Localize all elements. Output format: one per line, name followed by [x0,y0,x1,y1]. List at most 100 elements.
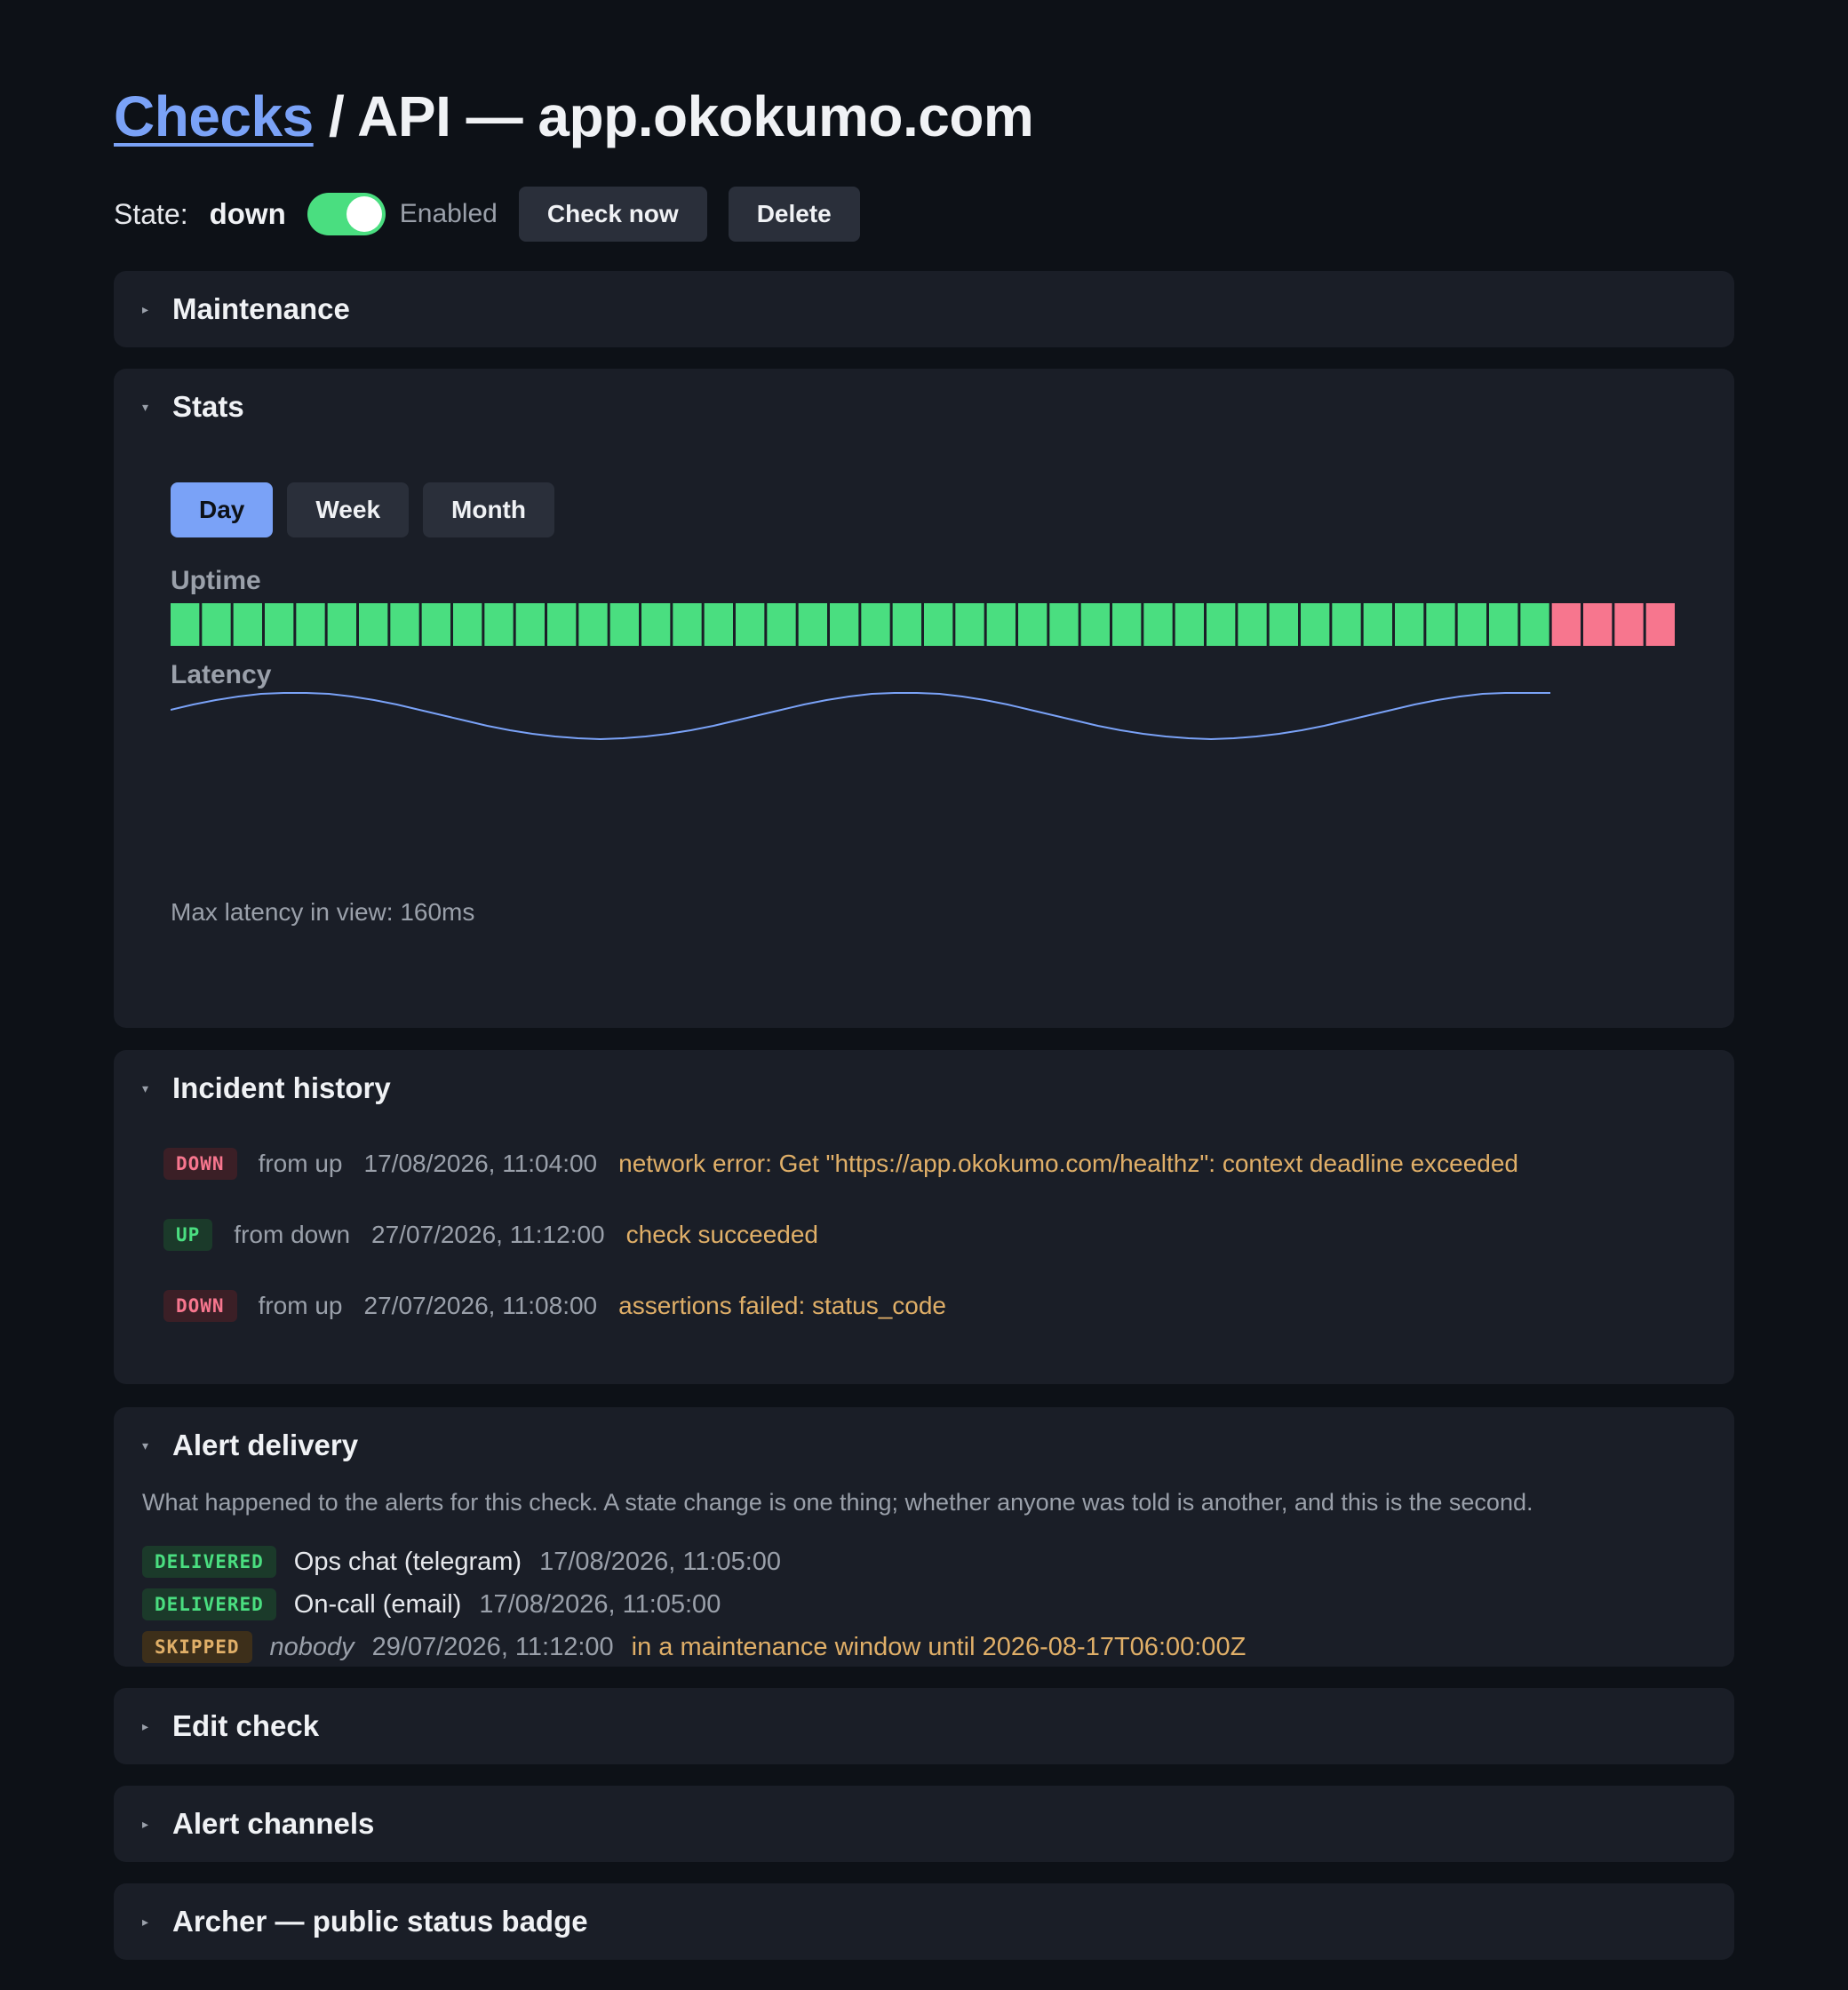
uptime-cell-up [1143,603,1173,646]
stats-title: Stats [172,390,244,423]
alert-time: 29/07/2026, 11:12:00 [371,1632,614,1661]
alert-channel: nobody [269,1632,354,1661]
range-tab-day[interactable]: Day [171,482,274,537]
caret-down-icon: ▾ [142,1080,149,1095]
latency-chart [171,692,1550,741]
edit-check-toggle[interactable]: ▸ Edit check [142,1688,319,1764]
status-badge-skipped: SKIPPED [142,1631,252,1663]
range-tab-month[interactable]: Month [423,482,554,537]
uptime-cell-down [1583,603,1613,646]
alert-row: DELIVERED Ops chat (telegram) 17/08/2026… [142,1544,781,1580]
delete-button[interactable]: Delete [728,187,860,242]
uptime-cell-up [924,603,953,646]
caret-right-icon: ▸ [142,301,149,316]
uptime-cell-up [798,603,827,646]
alert-channel: Ops chat (telegram) [293,1547,522,1576]
state-row: State: down Enabled Check now Delete [114,187,860,242]
maintenance-panel: ▸ Maintenance [114,271,1734,347]
uptime-cell-up [955,603,984,646]
uptime-cell-up [359,603,388,646]
breadcrumb-separator: / [313,84,358,148]
latency-label: Latency [171,660,272,689]
alert-delivery-toggle[interactable]: ▾ Alert delivery [142,1407,358,1484]
uptime-cell-up [1269,603,1298,646]
alert-channel: On-call (email) [293,1589,462,1619]
caret-right-icon: ▸ [142,1718,149,1733]
state-label: State: [114,197,188,230]
alert-time: 17/08/2026, 11:05:00 [479,1589,721,1619]
uptime-cell-up [704,603,733,646]
uptime-cell-up [1080,603,1110,646]
status-badge-title: Archer — public status badge [172,1905,588,1938]
uptime-cell-up [547,603,577,646]
uptime-cell-up [1175,603,1204,646]
state-badge-down: DOWN [163,1148,237,1180]
range-tab-week[interactable]: Week [287,482,410,537]
state-value: down [209,197,286,230]
uptime-cell-up [767,603,796,646]
uptime-cell-up [1049,603,1079,646]
breadcrumb-checks-link[interactable]: Checks [114,84,314,148]
incident-history-title: Incident history [172,1071,391,1104]
uptime-cell-up [265,603,294,646]
uptime-cell-up [673,603,702,646]
uptime-cell-up [515,603,545,646]
uptime-cell-up [1363,603,1392,646]
incident-row: DOWN from up 27/07/2026, 11:08:00 assert… [163,1288,946,1324]
enabled-toggle[interactable] [307,193,386,235]
uptime-cell-up [1332,603,1361,646]
uptime-cell-up [736,603,765,646]
uptime-cell-up [830,603,859,646]
page-title: Checks / API — app.okokumo.com [114,78,1034,155]
uptime-cell-up [1301,603,1330,646]
incident-row: UP from down 27/07/2026, 11:12:00 check … [163,1217,818,1253]
uptime-cell-up [453,603,482,646]
incident-time: 27/07/2026, 11:12:00 [371,1221,605,1248]
uptime-cell-up [390,603,419,646]
alert-delivery-title: Alert delivery [172,1429,359,1461]
incident-history-panel: ▾ Incident history DOWN from up 17/08/20… [114,1050,1734,1384]
check-now-button[interactable]: Check now [518,187,707,242]
uptime-cell-up [233,603,262,646]
alert-channels-title: Alert channels [172,1807,375,1840]
uptime-cell-up [641,603,671,646]
state-badge-up: UP [163,1219,213,1251]
alert-channels-panel: ▸ Alert channels [114,1786,1734,1862]
status-badge-panel: ▸ Archer — public status badge [114,1883,1734,1960]
uptime-cell-up [296,603,325,646]
incident-message: check succeeded [625,1221,818,1248]
uptime-cell-down [1551,603,1581,646]
uptime-cell-up [1426,603,1455,646]
incident-history-toggle[interactable]: ▾ Incident history [142,1050,391,1126]
maintenance-toggle[interactable]: ▸ Maintenance [142,271,350,347]
uptime-cell-up [1395,603,1424,646]
max-latency-text: Max latency in view: 160ms [171,898,475,926]
check-detail-page: Checks / API — app.okokumo.com State: do… [0,0,1848,1990]
uptime-cell-up [1112,603,1142,646]
uptime-cell-up [327,603,356,646]
alert-channels-toggle[interactable]: ▸ Alert channels [142,1786,374,1862]
caret-right-icon: ▸ [142,1914,149,1929]
status-badge-toggle[interactable]: ▸ Archer — public status badge [142,1883,588,1960]
status-badge-delivered: DELIVERED [142,1588,276,1620]
uptime-cell-up [892,603,921,646]
stats-toggle[interactable]: ▾ Stats [142,369,244,445]
incident-from: from up [258,1292,343,1319]
incident-message: assertions failed: status_code [618,1292,947,1319]
uptime-cell-up [202,603,231,646]
state-badge-down: DOWN [163,1290,237,1322]
caret-down-icon: ▾ [142,1437,149,1453]
uptime-cell-up [484,603,514,646]
uptime-cell-up [1207,603,1236,646]
uptime-cell-up [1520,603,1549,646]
uptime-cell-up [421,603,450,646]
incident-message: network error: Get "https://app.okokumo.… [618,1150,1519,1177]
uptime-cell-up [1489,603,1518,646]
uptime-cell-up [578,603,608,646]
incident-from: from up [258,1150,343,1177]
incident-time: 27/07/2026, 11:08:00 [363,1292,598,1319]
alert-reason: in a maintenance window until 2026-08-17… [631,1632,1247,1661]
uptime-cell-up [1238,603,1267,646]
enabled-label: Enabled [399,199,498,228]
edit-check-panel: ▸ Edit check [114,1688,1734,1764]
